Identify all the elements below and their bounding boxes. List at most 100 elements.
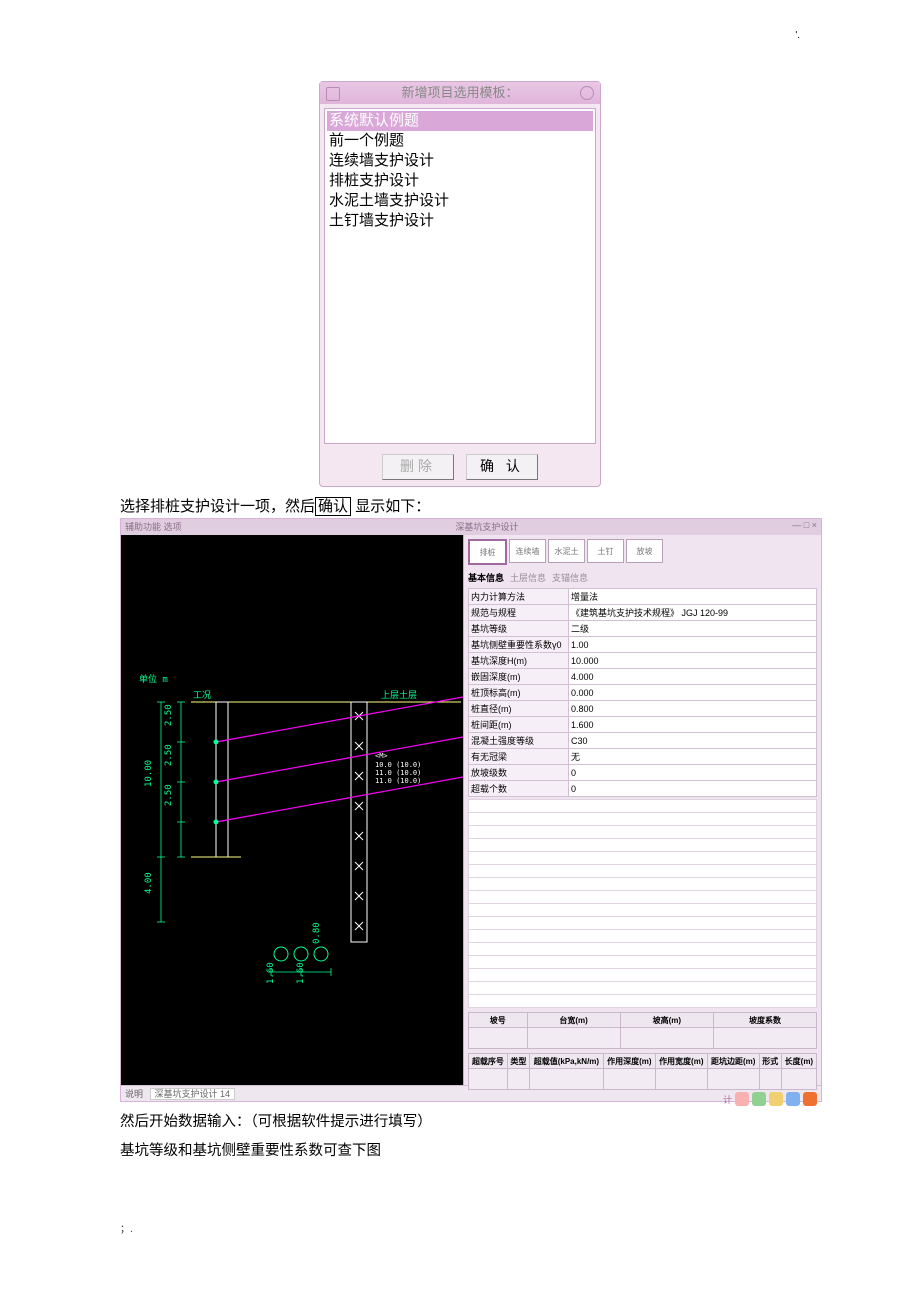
svg-text:1.60: 1.60 [296,962,306,984]
prop-value[interactable]: 1.600 [569,717,817,733]
svg-text:10.00: 10.00 [144,760,154,787]
property-grid[interactable]: 内力计算方法增量法规范与规程《建筑基坑支护技术规程》 JGJ 120-99基坑等… [468,588,817,797]
slope-table[interactable]: 坡号 台宽(m) 坡高(m) 坡度系数 [468,1012,817,1049]
list-item[interactable]: 系统默认例题 [327,111,593,131]
col-slope-no: 坡号 [469,1013,528,1028]
body-text-2: 基坑等级和基坑侧壁重要性系数可查下图 [120,1139,800,1160]
col-slope-coef: 坡度系数 [713,1013,816,1028]
prop-value[interactable]: 增量法 [569,589,817,605]
drawing-unit-label: 单位 m [139,673,168,685]
prop-value[interactable]: 0 [569,765,817,781]
toolbar-btn-nail[interactable]: 土钉 [587,539,624,563]
svg-text:2.50: 2.50 [164,784,174,806]
col-ol-type: 类型 [507,1054,529,1069]
list-item[interactable]: 前一个例题 [327,131,593,151]
footer-icon-1[interactable] [735,1092,749,1106]
toolbar-btn-slope[interactable]: 放坡 [626,539,663,563]
list-item[interactable]: 水泥土墙支护设计 [327,191,593,211]
prop-value[interactable]: 0.000 [569,685,817,701]
col-ol-len: 长度(m) [781,1054,816,1069]
dialog-close-icon[interactable] [580,86,594,100]
prop-key: 基坑等级 [469,621,569,637]
app-menubar: 辅助功能 选项 深基坑支护设计 — □ × [121,519,821,535]
dialog-titlebar: 新增项目选用模板： [320,82,600,104]
prop-key: 超载个数 [469,781,569,797]
svg-text:1.60: 1.60 [266,962,276,984]
prop-key: 内力计算方法 [469,589,569,605]
window-title: 深基坑支护设计 [455,520,518,534]
property-grid-empty [468,799,817,1008]
tab-soil[interactable]: 土层信息 [510,571,546,584]
prop-value[interactable]: 二级 [569,621,817,637]
caption-1-post: 显示如下： [351,498,430,515]
prop-key: 基坑侧壁重要性系数γ0 [469,637,569,653]
structure-type-toolbar: 排桩 连续墙 水泥土 土钉 放坡 [464,535,821,569]
svg-text:0.80: 0.80 [312,922,322,944]
footer-calc-label: 计 [723,1093,732,1106]
overload-table[interactable]: 超载序号 类型 超载值(kPa,kN/m) 作用深度(m) 作用宽度(m) 距坑… [468,1053,817,1090]
tab-anchor[interactable]: 支锚信息 [552,571,588,584]
list-item[interactable]: 土钉墙支护设计 [327,211,593,231]
col-ol-no: 超载序号 [469,1054,508,1069]
window-controls[interactable]: — □ × [792,520,817,534]
svg-text:11.0 (10.0): 11.0 (10.0) [375,777,421,785]
svg-text:10.0 (10.0): 10.0 (10.0) [375,761,421,769]
dialog-title-text: 新增项目选用模板： [401,85,518,100]
svg-text:2.50: 2.50 [164,744,174,766]
right-panel: 排桩 连续墙 水泥土 土钉 放坡 基本信息 土层信息 支锚信息 内力计算方法增量… [464,535,821,1085]
info-tabs: 基本信息 土层信息 支锚信息 [464,569,821,586]
template-dialog: 新增项目选用模板： 系统默认例题 前一个例题 连续墙支护设计 排桩支护设计 水泥… [319,81,601,487]
footer-icons: 计 [464,1090,821,1108]
menu-left[interactable]: 辅助功能 选项 [125,520,182,534]
list-item[interactable]: 连续墙支护设计 [327,151,593,171]
svg-text:4.00: 4.00 [144,872,154,894]
col-ol-shape: 形式 [759,1054,781,1069]
tab-basic[interactable]: 基本信息 [468,571,504,584]
status-label: 说明 [125,1089,143,1099]
col-slope-h: 坡高(m) [620,1013,713,1028]
prop-key: 嵌固深度(m) [469,669,569,685]
prop-value[interactable]: C30 [569,733,817,749]
page-header-dot: '. [120,30,800,41]
col-bench-w: 台宽(m) [527,1013,620,1028]
prop-value[interactable]: 0.800 [569,701,817,717]
toolbar-btn-wall[interactable]: 连续墙 [509,539,546,563]
list-item[interactable]: 排桩支护设计 [327,171,593,191]
footer-icon-2[interactable] [752,1092,766,1106]
toolbar-btn-pile[interactable]: 排桩 [468,539,507,565]
svg-text:2.50: 2.50 [164,704,174,726]
prop-key: 规范与规程 [469,605,569,621]
col-ol-dist: 距坑边距(m) [707,1054,759,1069]
dialog-sysmenu-icon[interactable] [326,87,340,101]
caption-1: 选择排桩支护设计一项，然后确认 显示如下： [120,495,800,516]
footer-icon-5[interactable] [803,1092,817,1106]
prop-value[interactable]: 0 [569,781,817,797]
prop-value[interactable]: 1.00 [569,637,817,653]
template-list[interactable]: 系统默认例题 前一个例题 连续墙支护设计 排桩支护设计 水泥土墙支护设计 土钉墙… [324,108,596,444]
prop-value[interactable]: 《建筑基坑支护技术规程》 JGJ 120-99 [569,605,817,621]
col-ol-val: 超载值(kPa,kN/m) [529,1054,603,1069]
footer-icon-4[interactable] [786,1092,800,1106]
col-ol-width: 作用宽度(m) [655,1054,707,1069]
svg-text:11.0 (10.0): 11.0 (10.0) [375,769,421,777]
status-text: 深基坑支护设计 14 [150,1088,236,1100]
prop-key: 桩顶标高(m) [469,685,569,701]
toolbar-btn-cement[interactable]: 水泥土 [548,539,585,563]
cad-drawing-area[interactable]: 单位 m 工况 上层土层 [121,535,464,1085]
footer-icon-3[interactable] [769,1092,783,1106]
delete-button[interactable]: 删除 [382,454,454,480]
drawing-top-label: 工况 [193,690,211,701]
prop-key: 基坑深度H(m) [469,653,569,669]
prop-value[interactable]: 无 [569,749,817,765]
ok-button[interactable]: 确 认 [466,454,538,480]
prop-key: 桩直径(m) [469,701,569,717]
prop-value[interactable]: 4.000 [569,669,817,685]
drawing-ground-label: 上层土层 [381,689,417,701]
prop-key: 有无冠梁 [469,749,569,765]
prop-key: 放坡级数 [469,765,569,781]
col-ol-depth: 作用深度(m) [603,1054,655,1069]
body-text-1: 然后开始数据输入：（可根据软件提示进行填写） [120,1110,800,1131]
page-footer: ；. [120,1220,800,1235]
prop-value[interactable]: 10.000 [569,653,817,669]
caption-1-box: 确认 [315,497,351,516]
